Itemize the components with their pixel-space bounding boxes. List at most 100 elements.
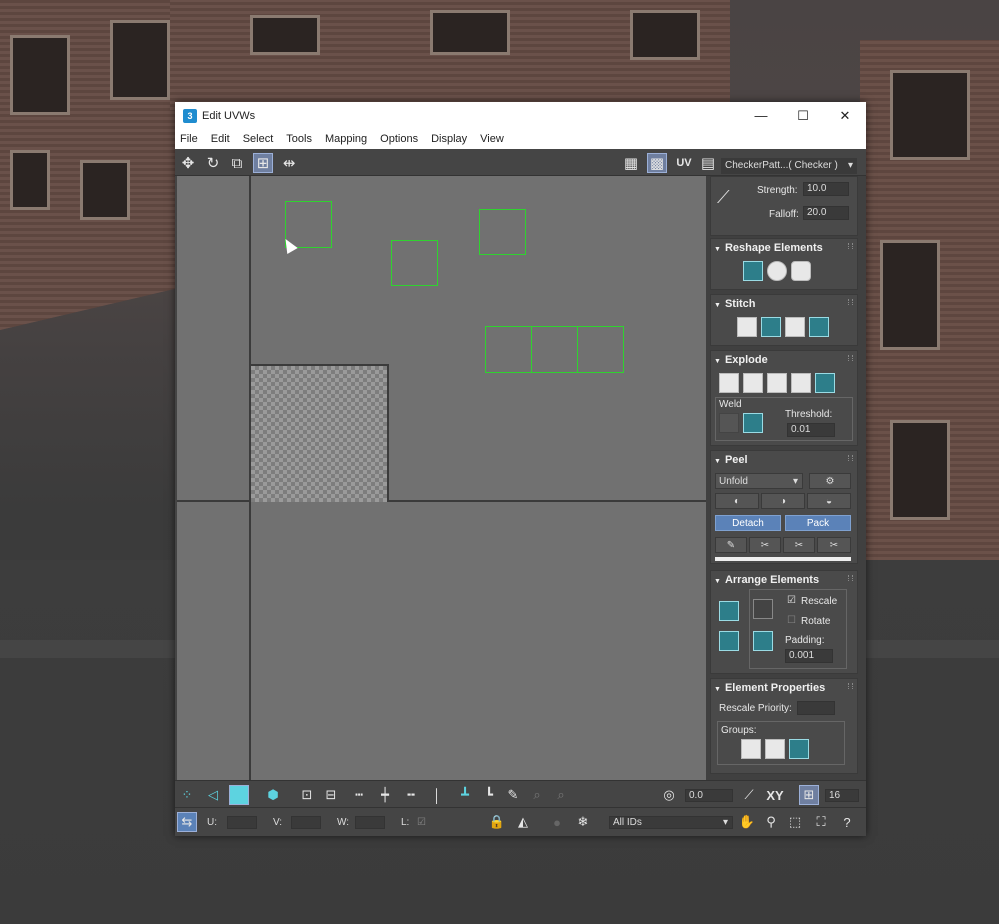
grid-size-field[interactable]: 16 bbox=[825, 789, 859, 802]
stitch-average-icon[interactable] bbox=[785, 317, 805, 337]
pack-scale-icon[interactable] bbox=[753, 631, 773, 651]
paint-grow-icon[interactable]: ⌕ bbox=[527, 785, 547, 805]
shrink-selection-icon[interactable]: ⊟ bbox=[321, 785, 341, 805]
menu-tools[interactable]: Tools bbox=[286, 133, 312, 145]
edge-loop-icon[interactable]: ┅ bbox=[349, 785, 369, 805]
close-button[interactable]: ✕ bbox=[824, 102, 866, 129]
weld-all-icon[interactable] bbox=[743, 413, 763, 433]
rescale-checkbox[interactable]: ☑ bbox=[787, 595, 796, 606]
scale-icon[interactable]: ⧉ bbox=[227, 153, 247, 173]
reshape-elements-header[interactable]: ▼ Reshape Elements bbox=[711, 239, 857, 257]
seam-icon[interactable]: ┗ bbox=[479, 785, 499, 805]
uv-element-selected[interactable] bbox=[479, 209, 526, 255]
menu-select[interactable]: Select bbox=[243, 133, 274, 145]
group-select-all-icon[interactable] bbox=[789, 739, 809, 759]
freeze-icon[interactable]: ❄ bbox=[573, 812, 593, 832]
minimize-button[interactable]: — bbox=[740, 102, 782, 129]
peel-header[interactable]: ▼ Peel bbox=[711, 451, 857, 469]
rescale-priority-spinner[interactable] bbox=[797, 701, 835, 715]
select-pins-icon[interactable]: ✂ bbox=[817, 537, 851, 553]
flatten-by-polygon-icon[interactable] bbox=[767, 373, 787, 393]
mirror-icon[interactable]: ⇹ bbox=[279, 153, 299, 173]
checker-pattern-dropdown[interactable]: CheckerPatt...( Checker ) ▾ bbox=[721, 158, 857, 174]
v-field[interactable] bbox=[291, 816, 321, 829]
absolute-offset-icon[interactable]: ⇆ bbox=[177, 812, 197, 832]
peel-settings-icon[interactable]: ⚙ bbox=[809, 473, 851, 489]
pack-custom-icon[interactable] bbox=[753, 599, 773, 619]
stitch-header[interactable]: ▼ Stitch bbox=[711, 295, 857, 313]
weld-selected-icon[interactable] bbox=[719, 413, 739, 433]
l-checkbox[interactable]: ☑ bbox=[417, 817, 426, 828]
freeform-icon[interactable]: ⊞ bbox=[253, 153, 273, 173]
edge-ring-icon[interactable]: ┿ bbox=[375, 785, 395, 805]
break-icon[interactable] bbox=[719, 373, 739, 393]
menu-mapping[interactable]: Mapping bbox=[325, 133, 367, 145]
menu-options[interactable]: Options bbox=[380, 133, 418, 145]
menu-file[interactable]: File bbox=[180, 133, 198, 145]
zoom-region-icon[interactable]: ⬚ bbox=[785, 812, 805, 832]
uv-element-selected[interactable] bbox=[391, 240, 438, 286]
ids-dropdown[interactable]: All IDs ▾ bbox=[609, 816, 733, 829]
flatten-by-material-icon[interactable] bbox=[815, 373, 835, 393]
detach-button[interactable]: Detach bbox=[715, 515, 781, 531]
unhide-icon[interactable]: ● bbox=[547, 812, 567, 832]
uv-editor-viewport[interactable] bbox=[177, 176, 706, 780]
stitch-custom-icon[interactable] bbox=[737, 317, 757, 337]
w-field[interactable] bbox=[355, 816, 385, 829]
pin-icon[interactable]: ✎ bbox=[715, 537, 747, 553]
vertex-mode-icon[interactable]: ⁘ bbox=[177, 785, 197, 805]
relax-settings-icon[interactable] bbox=[791, 261, 811, 281]
pack-button[interactable]: Pack bbox=[785, 515, 851, 531]
peel-mode-dropdown[interactable]: Unfold ▾ bbox=[715, 473, 803, 489]
group-select-icon[interactable] bbox=[741, 739, 761, 759]
flatten-by-smoothing-icon[interactable] bbox=[791, 373, 811, 393]
u-field[interactable] bbox=[227, 816, 257, 829]
lock-icon[interactable]: 🔒 bbox=[487, 812, 507, 832]
pan-icon[interactable]: ✋ bbox=[737, 812, 757, 832]
pack-normalize-icon[interactable] bbox=[719, 601, 739, 621]
soft-select-icon[interactable]: ◎ bbox=[659, 785, 679, 805]
strength-spinner[interactable]: 10.0 bbox=[803, 182, 849, 196]
stitch-to-source-icon[interactable] bbox=[809, 317, 829, 337]
menu-edit[interactable]: Edit bbox=[211, 133, 230, 145]
unpin-icon[interactable]: ✂ bbox=[749, 537, 781, 553]
detach-edge-icon[interactable] bbox=[743, 373, 763, 393]
grow-selection-icon[interactable]: ⊡ bbox=[297, 785, 317, 805]
peel-mode-icon[interactable]: ◑ bbox=[761, 493, 805, 509]
explode-header[interactable]: ▼ Explode bbox=[711, 351, 857, 369]
group-ungroup-icon[interactable] bbox=[765, 739, 785, 759]
polygon-mode-icon[interactable] bbox=[229, 785, 249, 805]
falloff-curve-icon[interactable]: ⟋ bbox=[717, 187, 730, 208]
show-map-icon[interactable]: ▩ bbox=[647, 153, 667, 173]
uv-edge-icon[interactable]: │ bbox=[427, 785, 447, 805]
rotate-icon[interactable]: ↻ bbox=[203, 153, 223, 173]
relax-icon[interactable] bbox=[767, 261, 787, 281]
element-mode-icon[interactable]: ⬢ bbox=[263, 785, 283, 805]
uv-element-selected[interactable] bbox=[485, 326, 532, 373]
paint-select-icon[interactable]: ✎ bbox=[503, 785, 523, 805]
paint-shrink-icon[interactable]: ⌕ bbox=[551, 785, 571, 805]
zoom-extents-icon[interactable]: ⛶ bbox=[811, 812, 831, 832]
open-edges-icon[interactable]: ┻ bbox=[455, 785, 475, 805]
texture-settings-icon[interactable]: ▤ bbox=[698, 153, 718, 173]
edge-shrink-icon[interactable]: ╍ bbox=[401, 785, 421, 805]
padding-spinner[interactable]: 0.001 bbox=[785, 649, 833, 663]
pack-together-icon[interactable] bbox=[719, 631, 739, 651]
peel-reset-icon[interactable]: ◒ bbox=[807, 493, 851, 509]
menu-view[interactable]: View bbox=[480, 133, 504, 145]
zoom-icon[interactable]: ⚲ bbox=[761, 812, 781, 832]
stitch-to-target-icon[interactable] bbox=[761, 317, 781, 337]
arrange-elements-header[interactable]: ▼ Arrange Elements bbox=[711, 571, 857, 589]
uv-element-selected[interactable] bbox=[577, 326, 624, 373]
angle-field[interactable]: 0.0 bbox=[685, 789, 733, 802]
falloff-spinner[interactable]: 20.0 bbox=[803, 206, 849, 220]
grid-snap-icon[interactable]: ⊞ bbox=[799, 785, 819, 805]
uv-label[interactable]: UV bbox=[673, 153, 695, 173]
menu-display[interactable]: Display bbox=[431, 133, 467, 145]
help-icon[interactable]: ? bbox=[837, 812, 857, 832]
hide-icon[interactable]: ◭ bbox=[513, 812, 533, 832]
checker-grid-icon[interactable]: ▦ bbox=[621, 153, 641, 173]
auto-pin-icon[interactable]: ✂ bbox=[783, 537, 815, 553]
move-icon[interactable]: ✥ bbox=[178, 153, 198, 173]
maximize-button[interactable]: ☐ bbox=[782, 102, 824, 129]
